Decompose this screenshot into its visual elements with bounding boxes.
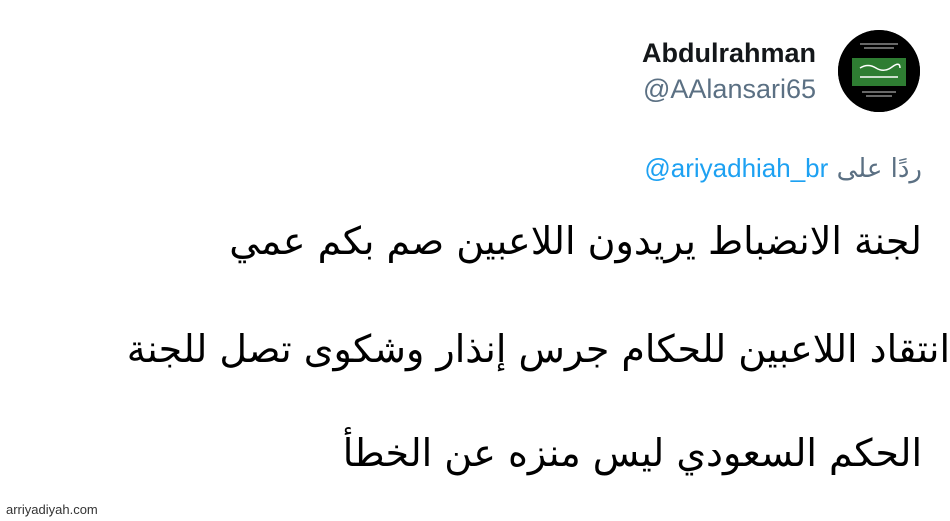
source-watermark: arriyadiyah.com bbox=[6, 502, 98, 517]
reply-context: ردًا على @ariyadhiah_br bbox=[644, 150, 922, 187]
reply-prefix-label: ردًا على bbox=[836, 154, 922, 184]
reply-mention-link[interactable]: @ariyadhiah_br bbox=[644, 153, 828, 183]
author-display-name[interactable]: Abdulrahman bbox=[642, 36, 816, 70]
tweet-text-line-3: الحكم السعودي ليس منزه عن الخطأ bbox=[342, 431, 922, 475]
saudi-flag-avatar-icon[interactable] bbox=[838, 30, 920, 112]
tweet-header: Abdulrahman @AAlansari65 bbox=[642, 30, 920, 112]
tweet-card: Abdulrahman @AAlansari65 ردًا على @ariya… bbox=[0, 0, 950, 521]
tweet-text-line-1: لجنة الانضباط يريدون اللاعبين صم بكم عمي bbox=[229, 219, 922, 263]
author-names: Abdulrahman @AAlansari65 bbox=[642, 36, 816, 106]
author-handle[interactable]: @AAlansari65 bbox=[642, 72, 816, 106]
tweet-text-line-2: انتقاد اللاعبين للحكام جرس إنذار وشكوى ت… bbox=[126, 327, 950, 371]
